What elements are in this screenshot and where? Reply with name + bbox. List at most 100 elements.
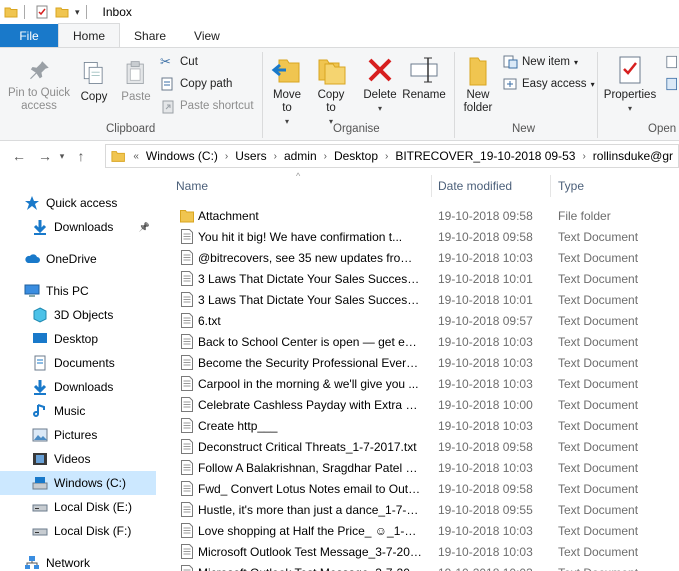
column-header-name[interactable]: Name — [176, 171, 431, 201]
nav-item-downloads[interactable]: Downloads — [0, 375, 156, 399]
file-type: Text Document — [558, 250, 639, 265]
paste-shortcut-button[interactable]: Paste shortcut — [160, 96, 254, 116]
nav-item-label: Pictures — [54, 428, 98, 442]
copy-button[interactable]: Copy — [76, 58, 112, 104]
up-button[interactable]: ↑ — [70, 145, 92, 167]
breadcrumb-windows-c[interactable]: Windows (C:) — [141, 149, 223, 163]
nav-item-3d-objects[interactable]: 3D Objects — [0, 303, 156, 327]
delete-button[interactable]: Delete ▾ — [360, 54, 400, 115]
file-row[interactable]: Carpool in the morning & we'll give you … — [158, 373, 679, 394]
file-date: 19-10-2018 10:03 — [438, 355, 533, 370]
overflow-chevron[interactable]: « — [131, 151, 141, 162]
nav-item-downloads[interactable]: Downloads 📌 — [0, 215, 156, 239]
navigation-pane: Quick access Downloads 📌 OneDrive This PC 3D … — [0, 171, 158, 571]
breadcrumb-bitrecover[interactable]: BITRECOVER_19-10-2018 09-53 — [390, 149, 580, 163]
column-divider[interactable] — [550, 175, 551, 197]
file-row[interactable]: Attachment 19-10-2018 09:58 File folder — [158, 205, 679, 226]
nav-item-onedrive[interactable]: OneDrive — [0, 247, 156, 271]
tab-file[interactable]: File — [0, 24, 58, 47]
breadcrumb-desktop[interactable]: Desktop — [329, 149, 383, 163]
tab-share[interactable]: Share — [120, 24, 180, 47]
file-row[interactable]: 3 Laws That Dictate Your Sales Success_2… — [158, 268, 679, 289]
pin-to-quick-access-button[interactable]: Pin to Quick access — [4, 58, 74, 113]
column-header-date[interactable]: Date modified — [438, 171, 550, 201]
chevron-right-icon[interactable]: › — [272, 151, 279, 162]
folder-icon[interactable] — [4, 5, 18, 19]
file-row[interactable]: Microsoft Outlook Test Message_3-7-201..… — [158, 562, 679, 571]
customize-toolbar-icon[interactable]: ▾ — [75, 7, 80, 18]
pinned-icon[interactable]: 📌 — [139, 222, 150, 233]
file-row[interactable]: Create http___ 19-10-2018 10:03 Text Docum… — [158, 415, 679, 436]
breadcrumb-admin[interactable]: admin — [279, 149, 322, 163]
file-row[interactable]: Deconstruct Critical Threats_1-7-2017.tx… — [158, 436, 679, 457]
move-to-button[interactable]: Move to ▾ — [268, 54, 306, 128]
nav-item-desktop[interactable]: Desktop — [0, 327, 156, 351]
file-row[interactable]: 3 Laws That Dictate Your Sales Success_2… — [158, 289, 679, 310]
address-bar[interactable]: « Windows (C:) › Users › admin › Desktop… — [105, 144, 679, 168]
file-row[interactable]: Follow A Balakrishnan, Sragdhar Patel an… — [158, 457, 679, 478]
dropdown-arrow-icon: ▾ — [573, 57, 578, 67]
breadcrumb-users[interactable]: Users — [230, 149, 271, 163]
nav-item-videos[interactable]: Videos — [0, 447, 156, 471]
cut-button[interactable]: ✂ Cut — [160, 52, 198, 72]
file-row[interactable]: 6.txt 19-10-2018 09:57 Text Document — [158, 310, 679, 331]
copy-path-button[interactable]: Copy path — [160, 74, 232, 94]
nav-item-pictures[interactable]: Pictures — [0, 423, 156, 447]
nav-item-label: Videos — [54, 452, 91, 466]
file-row[interactable]: Hustle, it's more than just a dance_1-7-… — [158, 499, 679, 520]
file-row[interactable]: Microsoft Outlook Test Message_3-7-201..… — [158, 541, 679, 562]
nav-item-windows-c[interactable]: Windows (C:) — [0, 471, 156, 495]
properties-button[interactable]: Properties ▾ — [602, 54, 658, 115]
desktop-icon — [32, 331, 48, 347]
nav-item-local-disk-f[interactable]: Local Disk (F:) — [0, 519, 156, 543]
file-type: Text Document — [558, 481, 639, 496]
breadcrumb-mailbox[interactable]: rollinsduke@gr — [588, 149, 678, 163]
file-row[interactable]: Fwd_ Convert Lotus Notes email to Outlo.… — [158, 478, 679, 499]
nav-item-music[interactable]: Music — [0, 399, 156, 423]
column-divider[interactable] — [431, 175, 432, 197]
star-icon — [24, 195, 40, 211]
file-row[interactable]: @bitrecovers, see 35 new updates from ..… — [158, 247, 679, 268]
file-row[interactable]: Become the Security Professional Every C… — [158, 352, 679, 373]
text-document-icon — [181, 565, 193, 571]
column-header-type[interactable]: Type — [558, 171, 668, 201]
chevron-right-icon[interactable]: › — [223, 151, 230, 162]
forward-button[interactable]: → — [34, 145, 56, 167]
new-item-button[interactable]: New item ▾ — [502, 52, 578, 72]
nav-item-quick-access[interactable]: Quick access — [0, 191, 156, 215]
open-icon[interactable] — [666, 54, 679, 70]
copy-path-label: Copy path — [180, 78, 233, 90]
file-row[interactable]: Love shopping at Half the Price_ ☺_1-7-.… — [158, 520, 679, 541]
easy-access-button[interactable]: Easy access ▾ — [502, 74, 595, 94]
copy-to-button[interactable]: Copy to ▾ — [312, 54, 350, 128]
file-row[interactable]: You hit it big! We have confirmation t..… — [158, 226, 679, 247]
new-folder-icon[interactable] — [55, 5, 69, 19]
edit-icon[interactable] — [666, 76, 679, 92]
tab-view[interactable]: View — [180, 24, 234, 47]
chevron-right-icon[interactable]: › — [322, 151, 329, 162]
file-name: Microsoft Outlook Test Message_3-7-201..… — [198, 566, 422, 571]
file-row[interactable]: Back to School Center is open — get ever… — [158, 331, 679, 352]
rename-button[interactable]: Rename — [402, 54, 446, 102]
file-date: 19-10-2018 10:03 — [438, 460, 533, 475]
file-type: File folder — [558, 208, 611, 223]
file-name: Microsoft Outlook Test Message_3-7-201..… — [198, 544, 422, 559]
back-button[interactable]: ← — [8, 145, 30, 167]
nav-item-network[interactable]: Network — [0, 551, 156, 571]
new-folder-button[interactable]: New folder — [458, 54, 498, 115]
file-row[interactable]: Celebrate Cashless Payday with Extra 10.… — [158, 394, 679, 415]
chevron-right-icon[interactable]: › — [383, 151, 390, 162]
properties-check-icon[interactable] — [35, 5, 49, 19]
nav-item-this-pc[interactable]: This PC — [0, 279, 156, 303]
chevron-right-icon[interactable]: › — [580, 151, 587, 162]
nav-item-label: Documents — [54, 356, 115, 370]
nav-item-label: Network — [46, 556, 91, 570]
paste-button[interactable]: Paste — [118, 58, 154, 104]
file-type: Text Document — [558, 292, 639, 307]
recent-locations-button[interactable]: ▾ — [56, 145, 68, 167]
tab-home[interactable]: Home — [58, 23, 121, 47]
file-name: Attachment — [198, 208, 259, 223]
nav-item-local-disk-e[interactable]: Local Disk (E:) — [0, 495, 156, 519]
copy-label: Copy — [80, 91, 108, 103]
nav-item-documents[interactable]: Documents — [0, 351, 156, 375]
